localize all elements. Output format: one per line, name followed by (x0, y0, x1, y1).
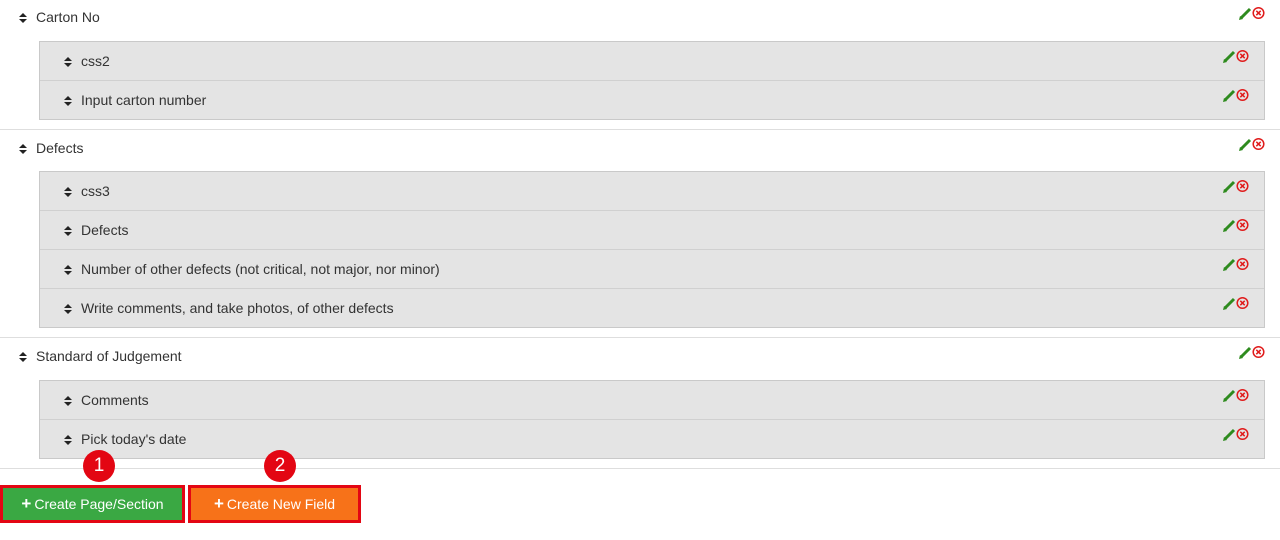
sort-icon[interactable] (19, 352, 27, 362)
section-title: Carton No (36, 9, 100, 25)
field-actions (1223, 49, 1249, 63)
create-new-field-label: Create New Field (226, 496, 336, 512)
sort-icon[interactable] (64, 396, 72, 406)
edit-pencil-icon[interactable] (1223, 427, 1236, 441)
sort-icon[interactable] (64, 435, 72, 445)
field-actions (1223, 218, 1249, 232)
delete-circle-x-icon[interactable] (1236, 296, 1249, 310)
sort-icon[interactable] (64, 96, 72, 106)
section-header: Defects (0, 130, 1280, 160)
sort-icon[interactable] (19, 144, 27, 154)
section-actions (1239, 6, 1265, 20)
plus-icon: + (213, 494, 224, 513)
sort-icon[interactable] (64, 57, 72, 67)
field-row: Pick today's date (40, 419, 1264, 458)
field-actions (1223, 257, 1249, 271)
edit-pencil-icon[interactable] (1223, 49, 1236, 63)
delete-circle-x-icon[interactable] (1236, 427, 1249, 441)
field-label: Defects (81, 222, 129, 238)
field-row: css2 (40, 42, 1264, 80)
field-row: Defects (40, 210, 1264, 249)
create-page-section-button[interactable]: + Create Page/Section (0, 485, 185, 523)
delete-circle-x-icon[interactable] (1236, 88, 1249, 102)
delete-circle-x-icon[interactable] (1236, 179, 1249, 193)
field-label: Number of other defects (not critical, n… (81, 261, 440, 277)
delete-circle-x-icon[interactable] (1236, 388, 1249, 402)
field-label: css3 (81, 183, 110, 199)
field-label: Comments (81, 392, 149, 408)
field-actions (1223, 427, 1249, 441)
field-label: css2 (81, 53, 110, 69)
section-header: Carton No (0, 0, 1280, 30)
edit-pencil-icon[interactable] (1223, 388, 1236, 402)
edit-pencil-icon[interactable] (1223, 257, 1236, 271)
edit-pencil-icon[interactable] (1223, 296, 1236, 310)
sort-icon[interactable] (64, 226, 72, 236)
sort-icon[interactable] (64, 265, 72, 275)
section-actions (1239, 137, 1265, 151)
delete-circle-x-icon[interactable] (1236, 49, 1249, 63)
field-list: Comments Pick today's date (39, 380, 1265, 459)
section-title: Standard of Judgement (36, 348, 182, 364)
field-actions (1223, 88, 1249, 102)
field-list: css3 Defects Number of other defects (no… (39, 171, 1265, 328)
delete-circle-x-icon[interactable] (1236, 218, 1249, 232)
section-standard-of-judgement: Standard of Judgement Comments Pick toda… (0, 338, 1280, 469)
section-actions (1239, 345, 1265, 359)
edit-pencil-icon[interactable] (1223, 179, 1236, 193)
edit-pencil-icon[interactable] (1223, 218, 1236, 232)
section-carton-no: Carton No css2 Input carton number (0, 0, 1280, 130)
field-row: Comments (40, 381, 1264, 419)
create-new-field-button[interactable]: + Create New Field (188, 485, 361, 523)
section-defects: Defects css3 Defects Number of other def… (0, 130, 1280, 338)
field-list: css2 Input carton number (39, 41, 1265, 120)
edit-pencil-icon[interactable] (1223, 88, 1236, 102)
edit-pencil-icon[interactable] (1239, 345, 1252, 359)
sort-icon[interactable] (19, 13, 27, 23)
step-badge-1: 1 (83, 450, 115, 482)
edit-pencil-icon[interactable] (1239, 6, 1252, 20)
field-row: Input carton number (40, 80, 1264, 119)
step-badge-2: 2 (264, 450, 296, 482)
section-title: Defects (36, 140, 84, 156)
create-page-section-label: Create Page/Section (34, 496, 164, 512)
field-actions (1223, 388, 1249, 402)
field-row: Number of other defects (not critical, n… (40, 249, 1264, 288)
field-row: css3 (40, 172, 1264, 210)
sort-icon[interactable] (64, 187, 72, 197)
field-row: Write comments, and take photos, of othe… (40, 288, 1264, 327)
field-label: Pick today's date (81, 431, 187, 447)
sort-icon[interactable] (64, 304, 72, 314)
field-actions (1223, 179, 1249, 193)
plus-icon: + (21, 494, 32, 513)
delete-circle-x-icon[interactable] (1252, 137, 1265, 151)
delete-circle-x-icon[interactable] (1236, 257, 1249, 271)
section-header: Standard of Judgement (0, 338, 1280, 368)
edit-pencil-icon[interactable] (1239, 137, 1252, 151)
field-actions (1223, 296, 1249, 310)
delete-circle-x-icon[interactable] (1252, 6, 1265, 20)
field-label: Input carton number (81, 92, 207, 108)
field-label: Write comments, and take photos, of othe… (81, 300, 394, 316)
delete-circle-x-icon[interactable] (1252, 345, 1265, 359)
